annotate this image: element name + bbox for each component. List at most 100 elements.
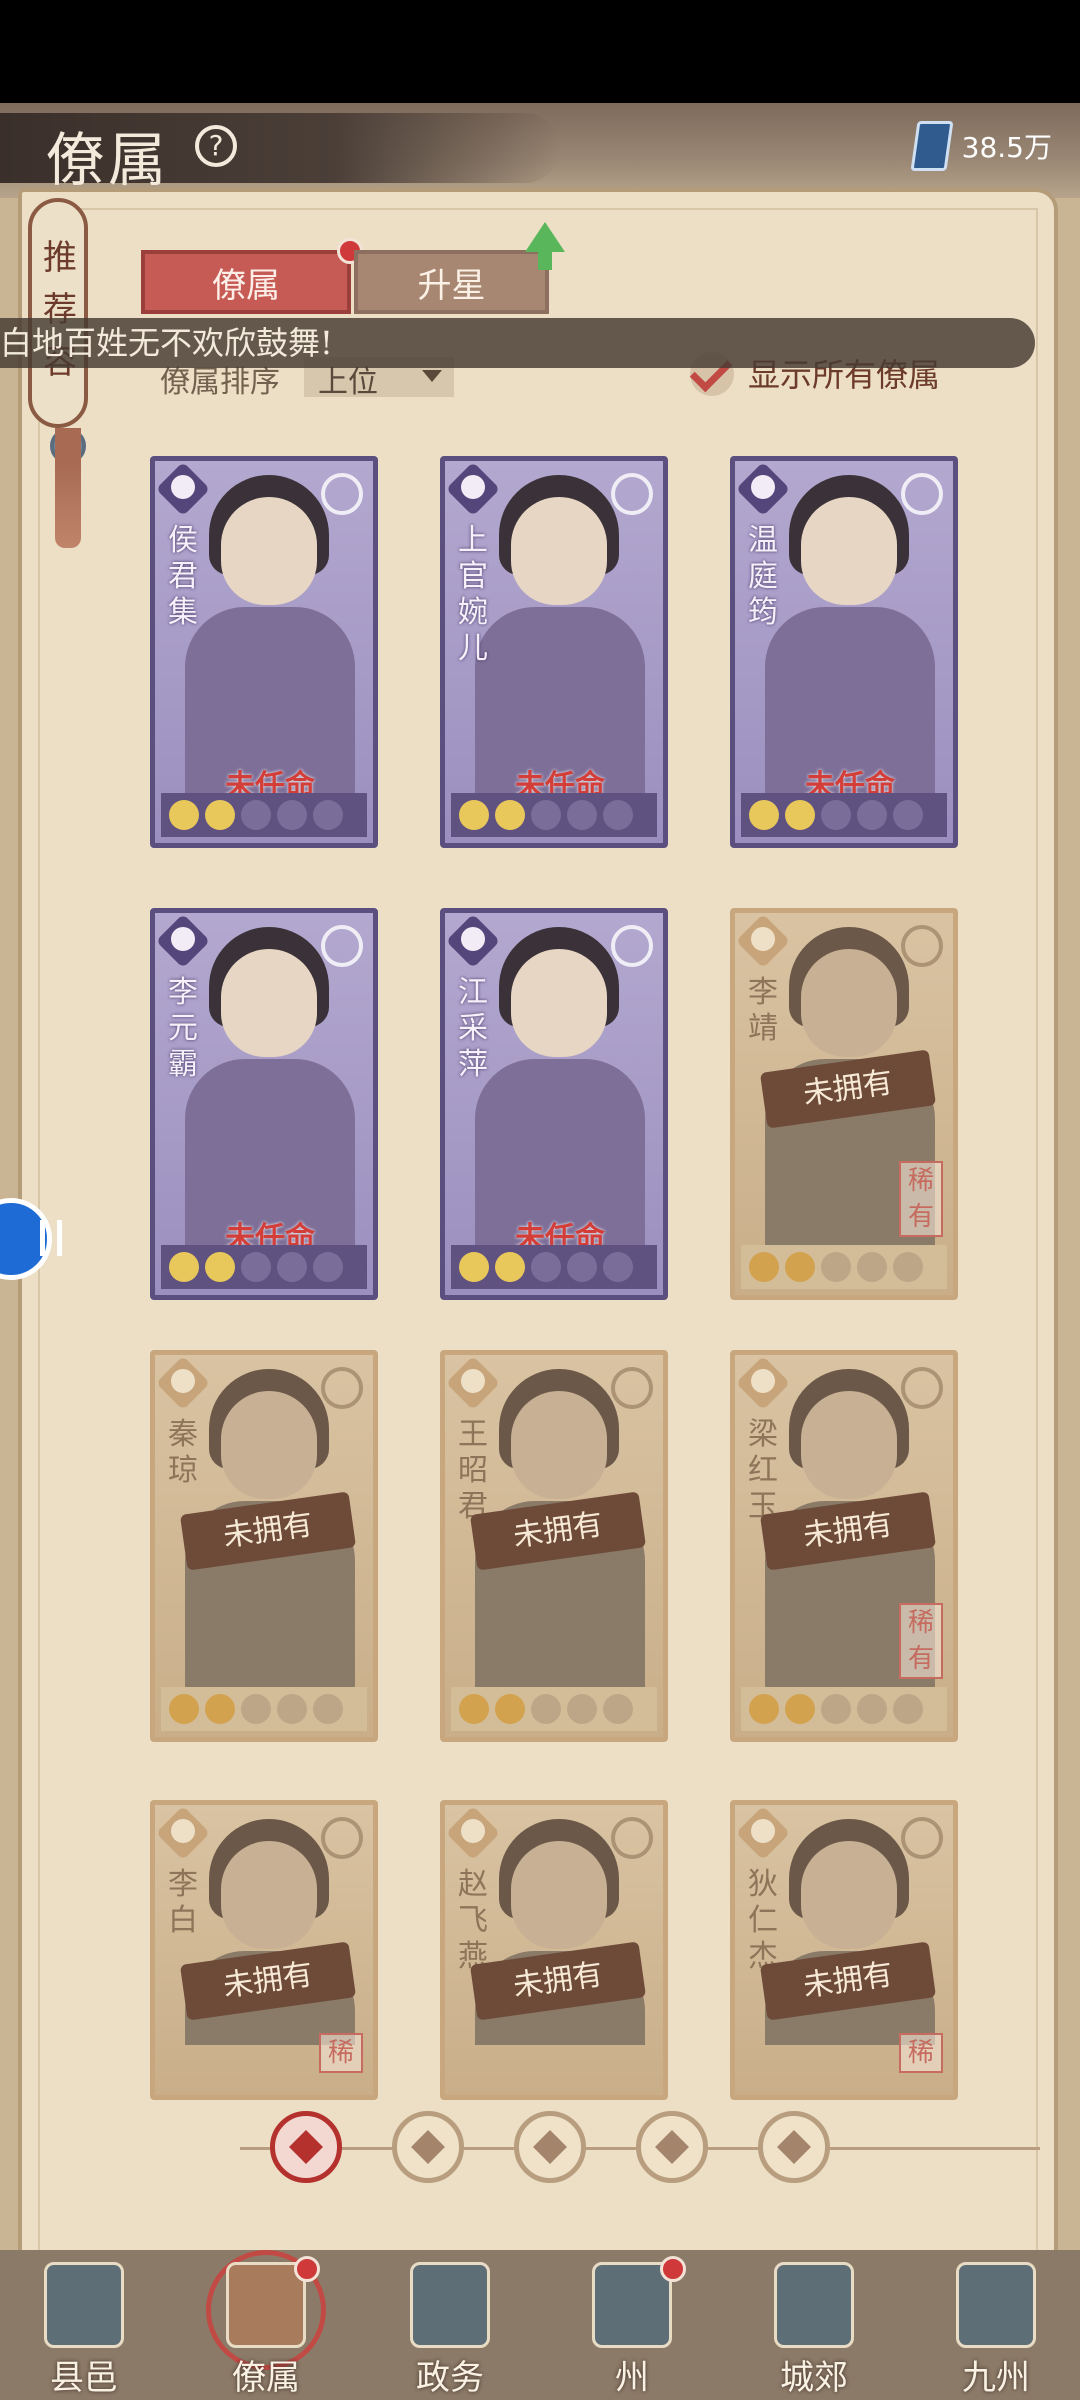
empty-star-slot [313,800,343,830]
empty-star-slot [821,1252,851,1282]
class-glyph-icon [461,1819,485,1843]
class-fan-icon[interactable] [636,2111,708,2183]
moon-star-icon [785,1694,815,1724]
moon-star-icon [169,1694,199,1724]
star-rating [451,1687,657,1731]
moon-star-icon [205,1694,235,1724]
card-frame: 李靖 未拥有 稀有 [730,908,958,1300]
question-circle-icon[interactable]: ? [195,125,237,167]
star-rating [451,1245,657,1289]
nav-item[interactable]: 州 [572,2256,692,2398]
nav-item[interactable]: 城郊 [754,2262,874,2398]
official-card[interactable]: 上官婉儿 未任命 [440,456,668,848]
official-card[interactable]: 梁红玉 未拥有 稀有 [730,1350,958,1742]
empty-star-slot [531,1252,561,1282]
card-frame: 李白 未拥有稀 [150,1800,378,2100]
nav-item[interactable]: 县邑 [24,2262,144,2398]
recommended-lineup-tag[interactable]: 推荐容 [28,198,88,428]
nav-item[interactable]: 政务 [390,2262,510,2398]
class-glyph-icon [461,1369,485,1393]
nav-building-icon [956,2262,1036,2348]
card-frame: 上官婉儿 未任命 [440,456,668,848]
official-card[interactable]: 温庭筠 未任命 [730,456,958,848]
nav-building-icon [774,2262,854,2348]
empty-star-slot [313,1252,343,1282]
card-frame: 梁红玉 未拥有 稀有 [730,1350,958,1742]
empty-star-slot [277,1694,307,1724]
empty-star-slot [313,1694,343,1724]
official-card[interactable]: 李元霸 未任命 [150,908,378,1300]
class-horse-icon[interactable] [758,2111,830,2183]
official-card[interactable]: 李靖 未拥有 稀有 [730,908,958,1300]
nav-label: 州 [615,2358,649,2398]
portrait-head [511,1841,607,1949]
notification-dot [294,2256,320,2282]
official-name: 江采萍 [458,975,488,1082]
star-rating [161,1687,367,1731]
official-name: 梁红玉 [748,1417,778,1524]
all-filter-icon[interactable] [270,2111,342,2183]
official-name: 赵飞燕 [458,1867,488,1974]
class-glyph-icon [751,1819,775,1843]
class-glyph-icon [171,1819,195,1843]
empty-star-slot [531,800,561,830]
official-name: 侯君集 [168,523,198,630]
official-card[interactable]: 秦琼 未拥有 [150,1350,378,1742]
empty-star-slot [821,1694,851,1724]
faction-icon [901,473,943,515]
class-glyph-icon [751,475,775,499]
moon-star-icon [495,1252,525,1282]
empty-star-slot [241,1252,271,1282]
empty-star-slot [241,800,271,830]
official-card[interactable]: 狄仁杰 未拥有稀 [730,1800,958,2100]
faction-icon [611,925,653,967]
moon-star-icon [169,1252,199,1282]
faction-icon [611,1817,653,1859]
nav-label: 县邑 [50,2358,118,2398]
status-bar-area [0,0,1080,103]
official-card[interactable]: 江采萍 未任命 [440,908,668,1300]
nav-item[interactable]: 九州 [936,2262,1056,2398]
official-name: 李白 [168,1867,198,1938]
filter-glyph [411,2130,445,2164]
portrait-head [221,1841,317,1949]
portrait-head [511,949,607,1057]
tab-star-up[interactable]: 升星 [354,250,549,314]
faction-icon [321,925,363,967]
moon-star-icon [495,1694,525,1724]
tab-officials[interactable]: 僚属 [141,238,363,314]
class-cat-icon[interactable] [514,2111,586,2183]
official-card[interactable]: 赵飞燕 未拥有 [440,1800,668,2100]
star-rating [161,793,367,837]
portrait-head [221,497,317,605]
official-name: 王昭君 [458,1417,488,1524]
empty-star-slot [277,800,307,830]
official-name: 秦琼 [168,1417,198,1488]
empty-star-slot [603,800,633,830]
official-card[interactable]: 侯君集 未任命 [150,456,378,848]
official-card[interactable]: 王昭君 未拥有 [440,1350,668,1742]
faction-icon [321,473,363,515]
moon-star-icon [459,1694,489,1724]
card-frame: 赵飞燕 未拥有 [440,1800,668,2100]
official-card[interactable]: 李白 未拥有稀 [150,1800,378,2100]
header: 僚属 ? 38.5万 [0,103,1080,198]
empty-star-slot [531,1694,561,1724]
moon-star-icon [459,800,489,830]
nav-item[interactable]: 僚属 [206,2250,326,2398]
moon-star-icon [749,800,779,830]
empty-star-slot [603,1694,633,1724]
upgrade-arrow-icon [525,222,565,252]
nav-building-icon [226,2262,306,2348]
faction-icon [321,1367,363,1409]
portrait-head [221,949,317,1057]
card-frame: 王昭君 未拥有 [440,1350,668,1742]
portrait-head [511,1391,607,1499]
class-bell-icon[interactable] [392,2111,464,2183]
filter-glyph [289,2130,323,2164]
star-rating [451,793,657,837]
class-filter-row [240,2103,1040,2193]
nav-building-icon [44,2262,124,2348]
nav-label: 城郊 [780,2358,848,2398]
currency-value: 38.5万 [961,131,1052,164]
